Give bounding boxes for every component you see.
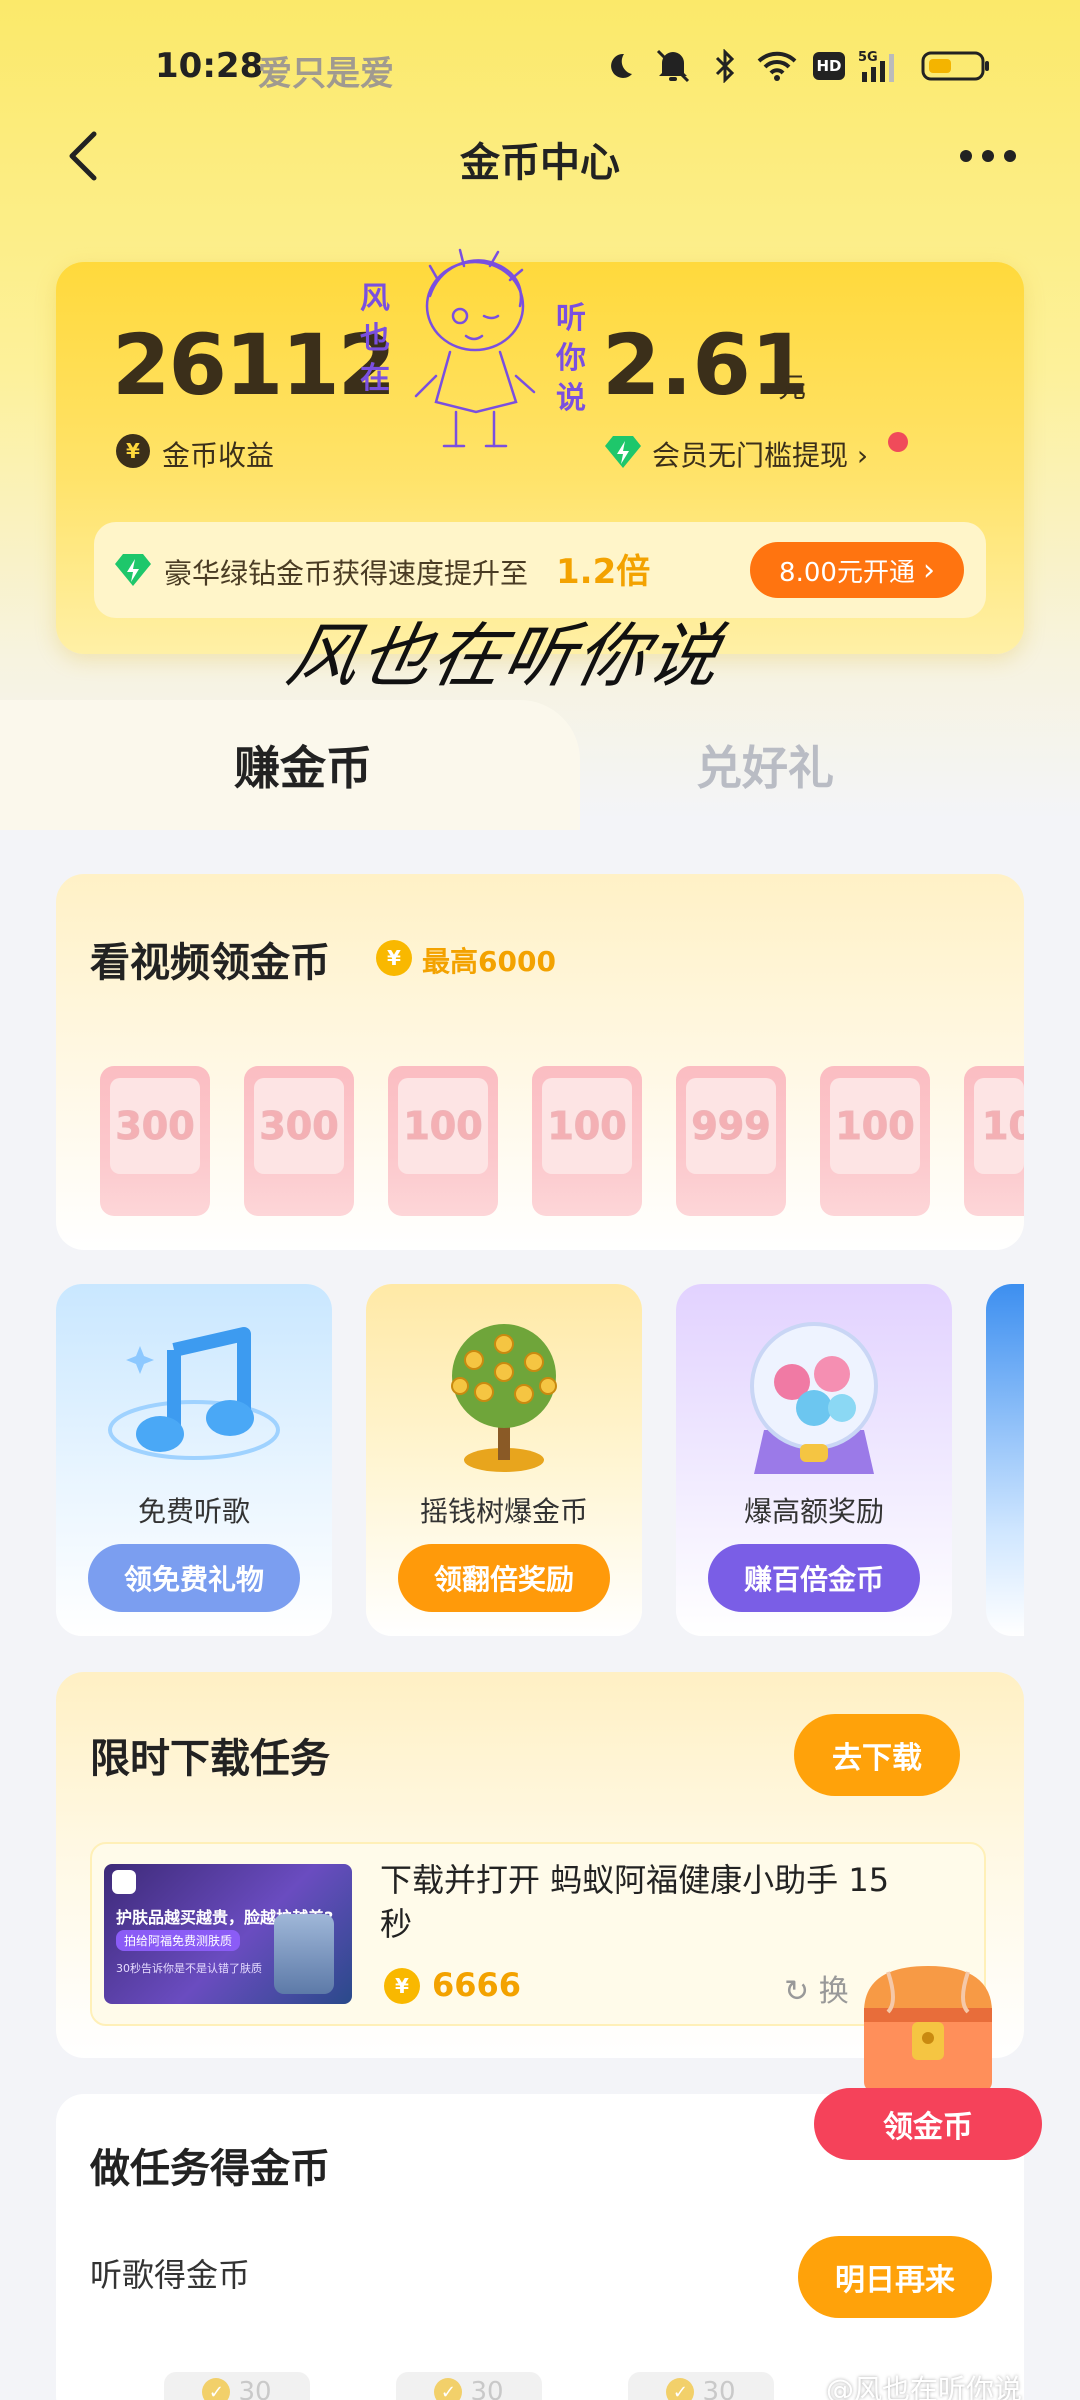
come-back-tomorrow-button[interactable]: 明日再来	[798, 2236, 992, 2318]
video-reward-item[interactable]: 100	[820, 1066, 930, 1216]
notification-dot	[888, 432, 908, 452]
coin-balance: 26112	[112, 316, 396, 414]
chevron-right-icon: ›	[856, 439, 869, 472]
footer-watermark: @风也在听你说	[826, 2373, 1023, 2400]
swap-task-button[interactable]: ↻ 换	[784, 1966, 849, 2010]
watermark-char: 在	[360, 361, 390, 396]
video-reward-item[interactable]: 999	[676, 1066, 786, 1216]
promo-multiplier: 1.2倍	[556, 552, 651, 592]
feature-label: 摇钱树爆金币	[419, 1495, 588, 1528]
svg-text:5G: 5G	[858, 50, 878, 65]
gashapon-machine-icon	[750, 1322, 878, 1474]
tab-redeem-gifts[interactable]: 兑好礼	[696, 732, 834, 798]
check-icon: ✓	[434, 2378, 463, 2400]
signal-5g-icon: 5G	[858, 48, 902, 84]
watermark-char: 听	[556, 301, 586, 336]
watermark-doodle: 风 也 在 听 你 说	[360, 236, 590, 466]
video-section-title: 看视频领金币	[90, 940, 330, 986]
watermark-char: 风	[360, 281, 390, 316]
music-note-icon	[108, 1327, 280, 1460]
video-reward-item[interactable]: 300	[244, 1066, 354, 1216]
double-reward-button[interactable]: 领翻倍奖励	[398, 1544, 610, 1612]
download-task-reward: 6666	[432, 1966, 522, 2004]
task-item-label: 听歌得金币	[90, 2256, 251, 2294]
mute-icon	[652, 48, 694, 84]
hd-icon: HD	[812, 48, 846, 84]
bluetooth-icon	[712, 48, 738, 84]
claim-coins-button[interactable]: 领金币	[814, 2088, 1042, 2160]
refresh-icon: ↻	[784, 1974, 810, 2009]
feature-label: 爆高额奖励	[743, 1495, 884, 1528]
treasure-chest-icon[interactable]	[848, 1952, 1008, 2102]
coin-icon: ¥	[376, 940, 412, 976]
checkin-day: ✓ 30	[164, 2372, 310, 2400]
check-icon: ✓	[666, 2378, 695, 2400]
task-app-thumbnail: 护肤品越买越贵，脸越护越差? 拍给阿福免费测肤质 30秒告诉你是不是认错了肤质	[104, 1864, 352, 2004]
feature-label: 免费听歌	[137, 1495, 250, 1528]
watermark-signature: 风也在听你说	[280, 615, 730, 697]
download-section-title: 限时下载任务	[90, 1736, 330, 1782]
video-reward-item[interactable]: 100	[532, 1066, 642, 1216]
moon-icon	[602, 48, 638, 84]
vip-open-button[interactable]: 8.00元开通 ›	[750, 542, 964, 598]
coin-icon: ¥	[384, 1968, 420, 2004]
status-time: 10:28	[155, 46, 264, 86]
green-diamond-icon	[114, 552, 152, 588]
go-download-button[interactable]: 去下载	[794, 1714, 960, 1796]
status-carrier-text: 爱只是爱	[258, 54, 394, 94]
video-reward-item[interactable]: 10	[964, 1066, 1024, 1216]
check-icon: ✓	[202, 2378, 231, 2400]
cash-unit: 元	[778, 371, 807, 404]
download-task-name: 下载并打开 蚂蚁阿福健康小助手 15秒	[380, 1861, 890, 1943]
task-section-title: 做任务得金币	[90, 2146, 330, 2192]
app-logo-icon	[112, 1870, 136, 1894]
coin-earnings-link[interactable]: 金币收益	[162, 434, 274, 474]
feature-card-money-tree[interactable]: 摇钱树爆金币 领翻倍奖励	[366, 1284, 642, 1636]
watermark-char: 说	[556, 381, 586, 416]
battery-icon	[920, 48, 992, 84]
checkin-day: ✓ 30	[396, 2372, 542, 2400]
feature-card-partial[interactable]	[986, 1284, 1024, 1636]
feature-card-free-music[interactable]: 免费听歌 领免费礼物	[56, 1284, 332, 1636]
video-reward-item[interactable]: 300	[100, 1066, 210, 1216]
video-reward-item[interactable]: 100	[388, 1066, 498, 1216]
free-gift-button[interactable]: 领免费礼物	[88, 1544, 300, 1612]
vip-withdraw-link[interactable]: 会员无门槛提现 ›	[652, 434, 868, 474]
checkin-day: ✓ 30	[628, 2372, 774, 2400]
feature-card-big-reward[interactable]: 爆高额奖励 赚百倍金币	[676, 1284, 952, 1636]
money-tree-icon	[451, 1324, 557, 1472]
green-diamond-icon	[604, 434, 642, 472]
wifi-icon	[754, 48, 800, 84]
chevron-right-icon: ›	[922, 552, 935, 588]
watermark-char: 你	[555, 341, 586, 376]
hundredfold-coin-button[interactable]: 赚百倍金币	[708, 1544, 920, 1612]
tab-earn-coins[interactable]: 赚金币	[234, 732, 372, 798]
page-title: 金币中心	[460, 140, 620, 186]
more-options-icon[interactable]	[960, 150, 1016, 162]
promo-text: 豪华绿钻金币获得速度提升至	[164, 557, 529, 590]
watermark-char: 也	[360, 321, 390, 356]
coin-icon: ¥	[116, 434, 150, 468]
video-max-reward: 最高6000	[422, 945, 556, 978]
